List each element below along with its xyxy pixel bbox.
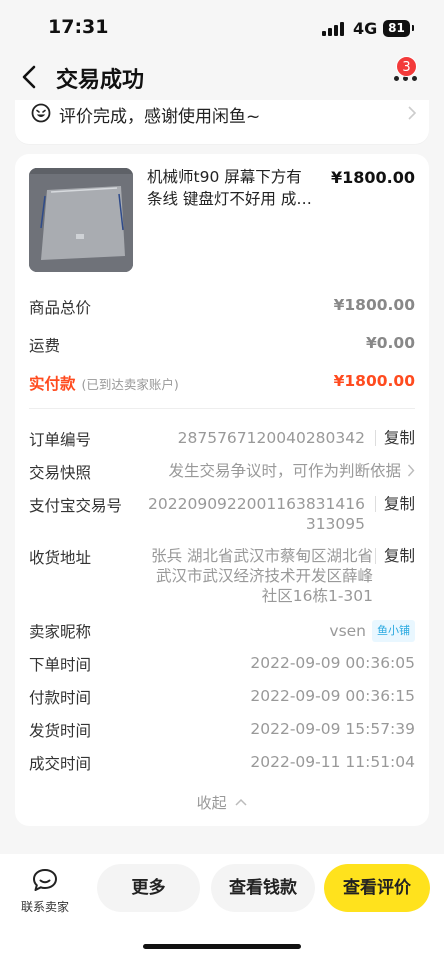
seller-name: vsen <box>329 622 366 640</box>
address-value: 张兵 湖北省武汉市蔡甸区湖北省 武汉市武汉经济技术开发区薛峰 社区16栋1-30… <box>151 546 373 606</box>
more-menu-button[interactable]: 3 <box>388 56 428 96</box>
total-price-label: 商品总价 <box>29 299 92 317</box>
copy-address-button[interactable]: 复制 <box>374 548 415 564</box>
seller-label: 卖家昵称 <box>29 623 92 641</box>
copy-order-number-button[interactable]: 复制 <box>374 430 415 446</box>
paid-label-text: 实付款 <box>29 375 76 393</box>
collapse-button[interactable]: 收起 <box>15 792 429 813</box>
deal-time-value: 2022-09-11 11:51:04 <box>250 753 415 771</box>
address-label: 收货地址 <box>29 549 92 567</box>
order-detail-card: 机械师t90 屏幕下方有 条线 键盘灯不好用 成… ¥1800.00 商品总价 … <box>15 154 429 826</box>
paid-value: ¥1800.00 <box>333 372 415 390</box>
chat-bubble-icon <box>33 869 57 891</box>
snapshot-value: 发生交易争议时，可作为判断依据 <box>168 462 401 480</box>
pay-time-label: 付款时间 <box>29 689 92 707</box>
chevron-right-icon <box>407 464 415 477</box>
review-banner-text: 评价完成，感谢使用闲鱼~ <box>59 107 261 127</box>
battery-icon: 81 <box>383 20 410 37</box>
item-title[interactable]: 机械师t90 屏幕下方有 条线 键盘灯不好用 成… <box>147 166 337 210</box>
view-review-button[interactable]: 查看评价 <box>324 864 430 912</box>
ship-time-label: 发货时间 <box>29 722 92 740</box>
item-price: ¥1800.00 <box>330 168 415 187</box>
copy-alipay-button[interactable]: 复制 <box>374 496 415 512</box>
pay-time-value: 2022-09-09 00:36:15 <box>250 687 415 705</box>
smile-icon <box>31 103 51 123</box>
status-time: 17:31 <box>48 16 109 38</box>
seller-value[interactable]: vsen 鱼小铺 <box>329 620 415 642</box>
network-label: 4G <box>353 19 378 38</box>
alipay-trade-line2: 313095 <box>305 515 365 533</box>
view-money-button[interactable]: 查看钱款 <box>211 864 315 912</box>
address-line2: 武汉市武汉经济技术开发区薛峰 <box>155 567 373 585</box>
address-line3: 社区16栋1-301 <box>261 587 373 605</box>
header: 交易成功 3 <box>0 56 444 100</box>
bottom-action-bar: 联系卖家 更多 查看钱款 查看评价 <box>0 854 444 960</box>
notification-badge: 3 <box>396 56 417 77</box>
review-banner[interactable]: 评价完成，感谢使用闲鱼~ <box>15 100 429 144</box>
divider <box>29 408 415 409</box>
ship-time-value: 2022-09-09 15:57:39 <box>250 720 415 738</box>
paid-label: 实付款 (已到达卖家账户) <box>29 372 179 394</box>
item-thumbnail[interactable] <box>29 168 133 272</box>
order-time-value: 2022-09-09 00:36:05 <box>250 654 415 672</box>
status-bar: 17:31 4G 81 <box>0 0 444 56</box>
chevron-up-icon <box>235 798 247 806</box>
deal-time-label: 成交时间 <box>29 755 92 773</box>
shop-tag-badge: 鱼小铺 <box>372 620 415 642</box>
back-arrow-icon[interactable] <box>18 64 44 90</box>
alipay-trade-line1: 2022090922001163831416 <box>148 495 365 513</box>
home-indicator <box>143 944 301 949</box>
page-title: 交易成功 <box>56 68 145 93</box>
shipping-value: ¥0.00 <box>365 334 415 352</box>
paid-note: (已到达卖家账户) <box>81 377 179 392</box>
contact-seller-label: 联系卖家 <box>20 900 69 914</box>
item-title-line1: 机械师t90 屏幕下方有 <box>147 168 302 186</box>
alipay-trade-label: 支付宝交易号 <box>29 497 123 515</box>
address-line1: 张兵 湖北省武汉市蔡甸区湖北省 <box>151 547 373 565</box>
order-time-label: 下单时间 <box>29 656 92 674</box>
signal-icon <box>322 22 346 36</box>
chevron-right-icon <box>408 106 417 120</box>
collapse-label: 收起 <box>196 794 227 812</box>
laptop-image <box>29 168 133 272</box>
item-title-line2: 条线 键盘灯不好用 成… <box>147 190 312 208</box>
contact-seller-button[interactable]: 联系卖家 <box>12 866 78 915</box>
more-button[interactable]: 更多 <box>97 864 200 912</box>
total-price-value: ¥1800.00 <box>333 296 415 314</box>
shipping-label: 运费 <box>29 337 61 355</box>
order-number-label: 订单编号 <box>29 431 92 449</box>
snapshot-label: 交易快照 <box>29 464 92 482</box>
alipay-trade-value: 2022090922001163831416 313095 <box>148 494 365 534</box>
order-number-value: 2875767120040280342 <box>177 429 365 447</box>
battery-tip <box>412 25 414 31</box>
